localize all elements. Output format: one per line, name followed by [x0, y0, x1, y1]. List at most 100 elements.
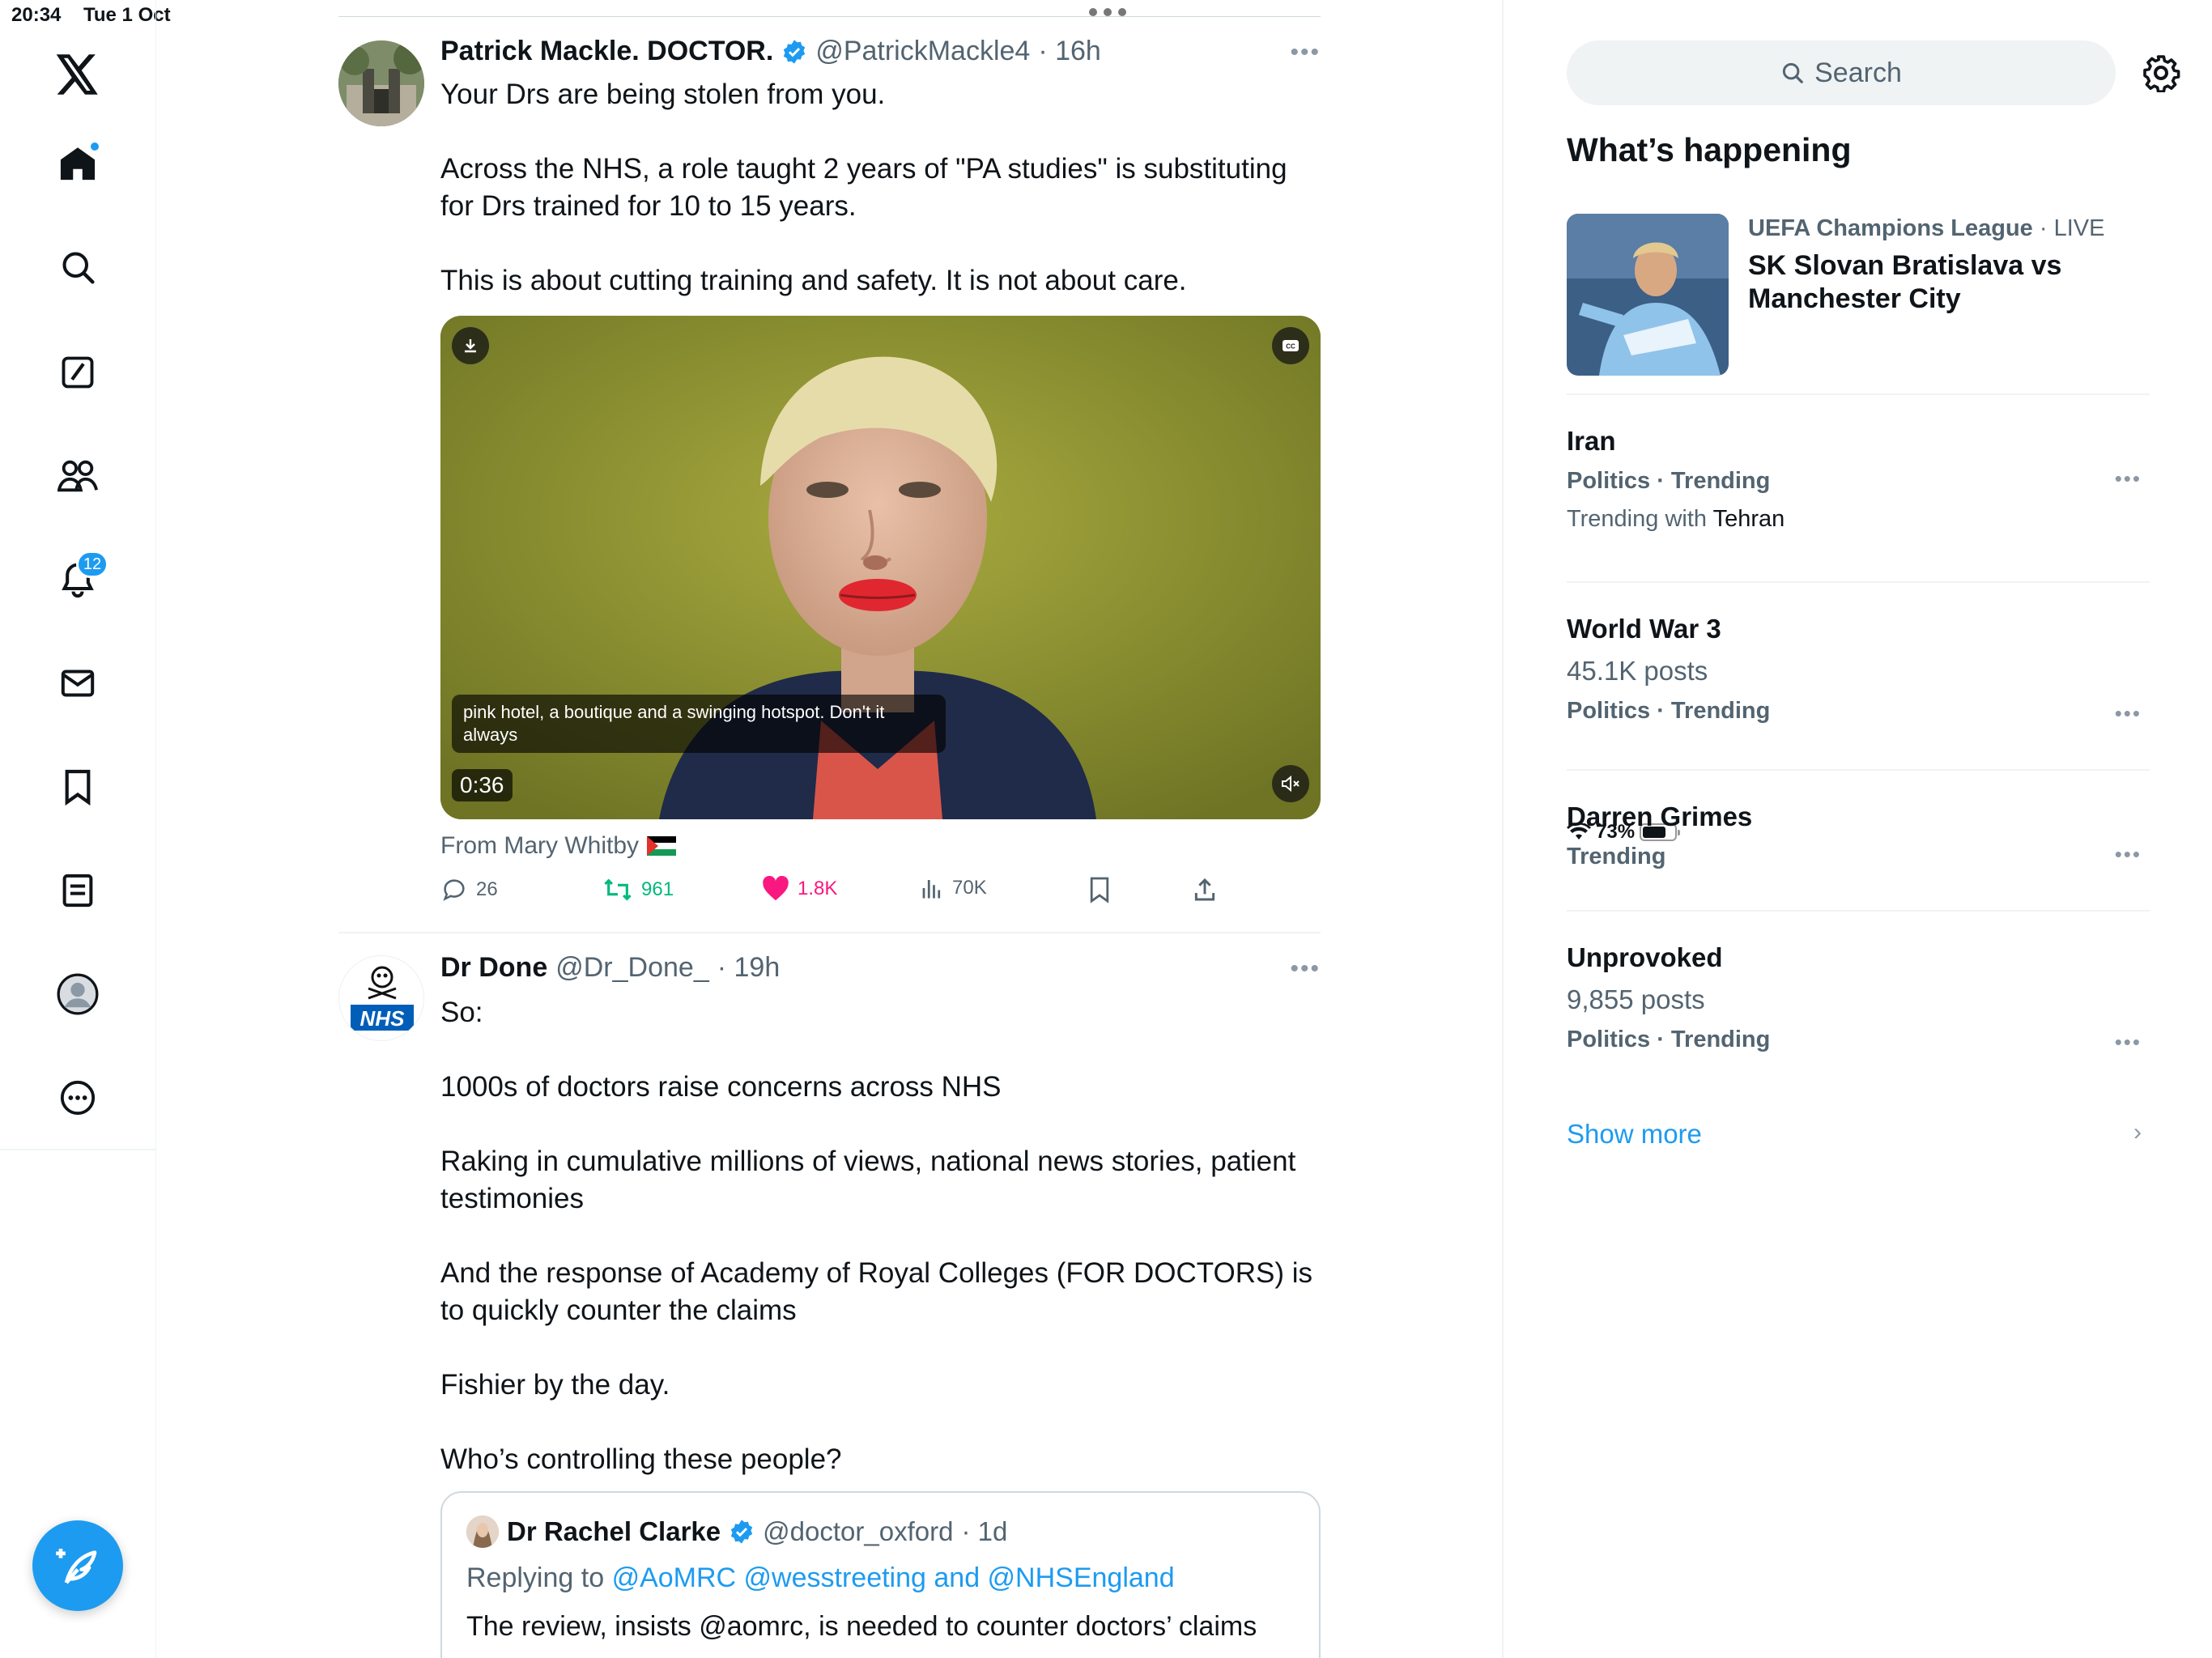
trend-with-prefix: Trending with: [1567, 506, 1708, 532]
trend-title: World War 3: [1567, 614, 1721, 644]
trend-title: Darren Grimes: [1567, 801, 1753, 831]
video-attribution[interactable]: From Mary Whitby: [440, 832, 677, 860]
event-league: UEFA Champions League: [1748, 215, 2033, 241]
search-icon[interactable]: [53, 243, 102, 291]
trend-item[interactable]: Iran Politics · Trending Trending with T…: [1567, 426, 2150, 533]
trend-post-count: 45.1K posts: [1567, 656, 1708, 686]
event-title[interactable]: SK Slovan Bratislava vs Manchester City: [1748, 249, 2137, 316]
tweet-header: Dr Done @Dr_Done_ · 19h: [440, 952, 780, 984]
tweet-paragraph: This is about cutting training and safet…: [440, 265, 1187, 296]
show-more-link[interactable]: Show more: [1567, 1119, 1702, 1150]
trend-title: Iran: [1567, 426, 1616, 456]
views-count: 70K: [952, 877, 987, 899]
trend-divider: [1567, 769, 2150, 771]
communities-icon[interactable]: [53, 452, 102, 500]
trend-with-term: Tehran: [1712, 506, 1785, 532]
trend-category: Politics · Trending: [1567, 1027, 1771, 1052]
more-options-circle-icon[interactable]: [53, 1073, 102, 1122]
tweet-paragraph: 1000s of doctors raise concerns across N…: [440, 1071, 1002, 1103]
whats-happening-heading: What’s happening: [1567, 131, 1852, 168]
lists-icon[interactable]: [53, 866, 102, 915]
trend-more-icon[interactable]: •••: [2115, 466, 2142, 491]
tweet-author-handle[interactable]: @PatrickMackle4: [815, 36, 1030, 67]
verified-badge-icon: [784, 39, 806, 64]
search-input[interactable]: Search: [1567, 40, 2116, 105]
tweet-timestamp[interactable]: · 16h: [1038, 36, 1101, 67]
tweet-paragraph: Raking in cumulative millions of views, …: [440, 1146, 1296, 1214]
bookmark-button[interactable]: [1088, 876, 1111, 903]
tweet-timestamp[interactable]: · 19h: [717, 952, 781, 984]
quoted-author-handle: @doctor_oxford: [763, 1516, 954, 1546]
trend-item[interactable]: World War 3 45.1K posts Politics · Trend…: [1567, 614, 2150, 725]
reply-button[interactable]: 26: [440, 876, 498, 903]
gear-icon[interactable]: [2142, 53, 2180, 92]
profile-avatar-icon[interactable]: [53, 970, 102, 1018]
bookmark-icon: [1090, 877, 1109, 903]
trend-item[interactable]: Darren Grimes Trending •••: [1567, 801, 2150, 870]
event-meta: UEFA Champions League · LIVE: [1748, 215, 2104, 242]
nav-divider: [0, 1149, 156, 1150]
share-button[interactable]: [1192, 876, 1218, 903]
compose-post-button[interactable]: [32, 1520, 123, 1611]
quoted-author-name: Dr Rachel Clarke: [507, 1516, 721, 1546]
notifications-badge: 12: [76, 551, 108, 578]
trend-category: Politics · Trending: [1567, 468, 1771, 494]
reply-icon: [443, 879, 465, 901]
tweet-paragraph: And the response of Academy of Royal Col…: [440, 1257, 1313, 1326]
tweet-more-icon[interactable]: •••: [1290, 955, 1321, 983]
tweet-paragraph: So:: [440, 997, 483, 1028]
views-chart-icon: [922, 880, 941, 899]
video-caption: pink hotel, a boutique and a swinging ho…: [452, 695, 946, 753]
like-button[interactable]: 1.8K: [762, 876, 837, 902]
download-icon[interactable]: [452, 327, 489, 364]
search-icon: [1783, 62, 1803, 83]
like-count: 1.8K: [798, 878, 838, 899]
quoted-tweet-text: The review, insists @aomrc, is needed to…: [466, 1611, 1257, 1642]
tweet-author-handle[interactable]: @Dr_Done_: [555, 952, 709, 984]
tweet-more-icon[interactable]: •••: [1290, 39, 1321, 66]
trend-divider: [1567, 393, 2150, 395]
video-attribution-text: From Mary Whitby: [440, 832, 640, 859]
feather-plus-icon: [56, 1549, 97, 1584]
tweet-header: Patrick Mackle. DOCTOR. @PatrickMackle4 …: [440, 36, 1101, 67]
replying-to-mentions[interactable]: @AoMRC @wesstreeting and @NHSEngland: [612, 1562, 1175, 1593]
video-duration: 0:36: [452, 769, 513, 801]
search-placeholder: Search: [1814, 57, 1902, 88]
tweet-author-avatar[interactable]: NHS: [338, 955, 424, 1041]
tweet-author-avatar[interactable]: [338, 40, 424, 126]
quoted-replying-to: Replying to @AoMRC @wesstreeting and @NH…: [466, 1562, 1175, 1594]
repost-button[interactable]: 961: [602, 876, 674, 903]
trend-more-icon[interactable]: •••: [2115, 701, 2142, 726]
messages-envelope-icon[interactable]: [53, 659, 102, 708]
trend-more-icon[interactable]: •••: [2115, 842, 2142, 867]
notifications-bell-icon[interactable]: 12: [53, 551, 108, 604]
reply-count: 26: [476, 878, 498, 900]
tweet-video[interactable]: CC pink hotel, a boutique and a swinging…: [440, 316, 1321, 819]
home-unread-dot: [89, 141, 100, 152]
event-live-status: · LIVE: [2039, 215, 2105, 241]
share-upload-icon: [1194, 878, 1215, 901]
views-button[interactable]: 70K: [920, 876, 987, 900]
x-logo-icon[interactable]: [53, 50, 102, 99]
tweet-paragraph: Your Drs are being stolen from you.: [440, 79, 886, 110]
tweet-actions: 26 961 1.8K 70K: [440, 876, 1323, 912]
bookmarks-icon[interactable]: [53, 763, 102, 811]
chevron-right-icon[interactable]: ›: [2133, 1119, 2142, 1146]
trend-more-icon[interactable]: •••: [2115, 1030, 2142, 1055]
mute-icon[interactable]: [1272, 765, 1309, 802]
trend-divider: [1567, 581, 2150, 583]
event-thumbnail[interactable]: [1567, 214, 1729, 376]
tweet-text: So: 1000s of doctors raise concerns acro…: [440, 994, 1323, 1478]
trend-item[interactable]: Unprovoked 9,855 posts Politics · Trendi…: [1567, 942, 2150, 1055]
tweet-paragraph: Who’s controlling these people?: [440, 1443, 842, 1475]
quoted-author-avatar: [466, 1516, 499, 1548]
grok-icon[interactable]: [53, 348, 102, 397]
tweet-author-name[interactable]: Patrick Mackle. DOCTOR.: [440, 36, 773, 67]
quoted-tweet[interactable]: Dr Rachel Clarke @doctor_oxford · 1d Rep…: [440, 1491, 1321, 1658]
heart-filled-icon: [763, 876, 789, 901]
svg-text:NHS: NHS: [360, 1006, 406, 1031]
tweet-author-name[interactable]: Dr Done: [440, 952, 547, 984]
tweet-text: Your Drs are being stolen from you. Acro…: [440, 76, 1323, 300]
closed-captions-icon[interactable]: CC: [1272, 327, 1309, 364]
home-icon[interactable]: [53, 139, 102, 188]
